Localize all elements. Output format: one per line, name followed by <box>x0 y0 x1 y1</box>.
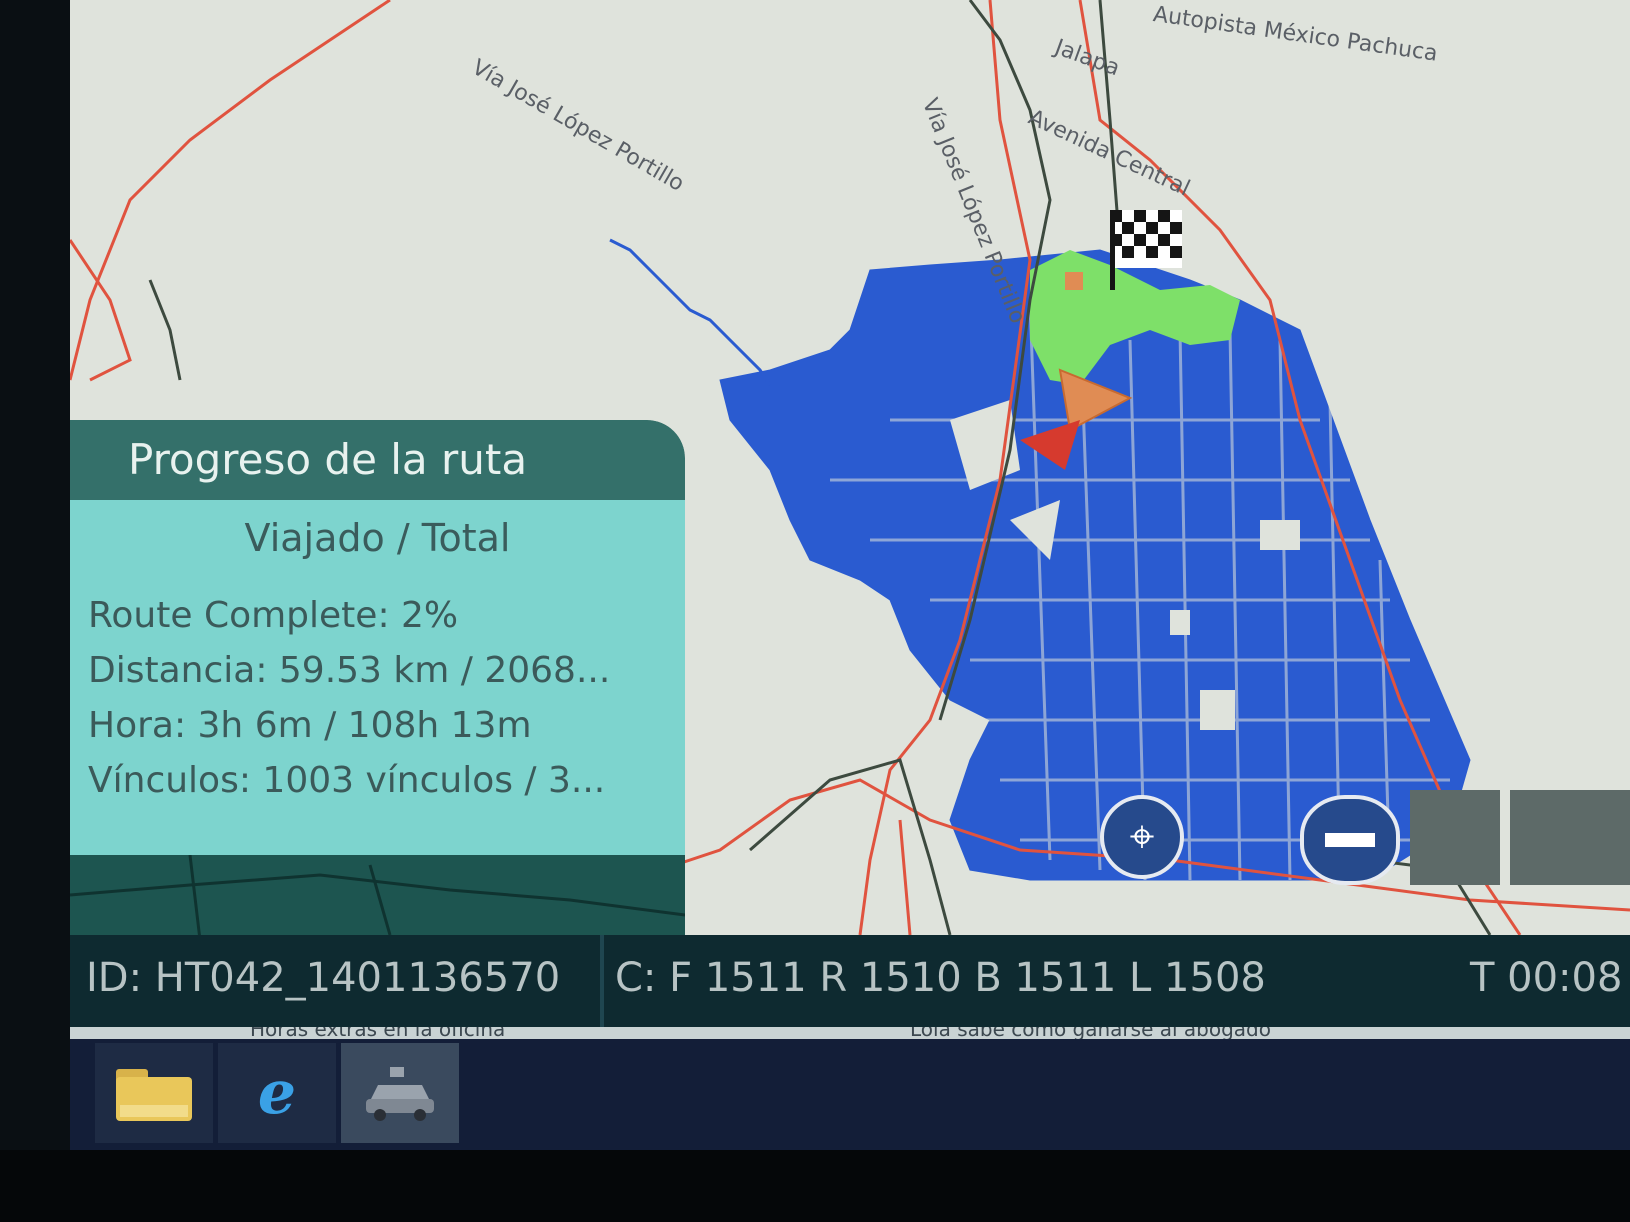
elapsed-time: T 00:08 <box>1470 955 1623 1001</box>
panel-subtitle: Viajado / Total <box>244 516 511 560</box>
highway-line <box>898 819 912 935</box>
camera-counts: C: F 1511 R 1510 B 1511 L 1508 <box>615 955 1266 1001</box>
location-pin-icon: ⌖ <box>1129 811 1155 862</box>
highway-line <box>70 239 132 382</box>
panel-footer <box>70 854 685 940</box>
map-block <box>1200 690 1235 730</box>
route-progress-panel: Progreso de la ruta Viajado / Total Rout… <box>70 420 685 940</box>
rail-line <box>148 279 182 381</box>
screen-bezel-left <box>0 0 70 1222</box>
rail-line <box>749 758 952 935</box>
map-block <box>1170 610 1190 635</box>
river-line <box>609 238 772 386</box>
car-icon <box>366 1067 434 1121</box>
screen-bezel-bottom <box>0 1150 1630 1222</box>
poi-marker <box>1065 272 1083 290</box>
taskbar-file-explorer[interactable] <box>95 1043 213 1143</box>
time-stat: Hora: 3h 6m / 108h 13m <box>88 705 532 746</box>
panel-title: Progreso de la ruta <box>70 420 685 500</box>
ticker-text-right: Lola sabe cómo ganarse al abogado <box>910 1027 1271 1039</box>
map-toolbar-slot[interactable] <box>1410 790 1500 885</box>
minus-icon <box>1325 833 1375 847</box>
taskbar-mapping-app[interactable] <box>341 1043 459 1143</box>
zoom-out-button[interactable] <box>1300 795 1400 885</box>
ticker-text-left: Horas extras en la oficina <box>250 1027 506 1039</box>
route-complete-stat: Route Complete: 2% <box>88 595 459 636</box>
news-ticker: Horas extras en la oficina Lola sabe cóm… <box>70 1027 1630 1039</box>
status-separator <box>600 935 604 1027</box>
device-id: ID: HT042_1401136570 <box>86 955 561 1001</box>
distance-stat: Distancia: 59.53 km / 2068... <box>88 650 611 691</box>
taskbar: e <box>70 1039 1630 1150</box>
links-stat: Vínculos: 1003 vínculos / 3... <box>88 760 606 801</box>
taskbar-internet-explorer[interactable]: e <box>218 1043 336 1143</box>
internet-explorer-icon: e <box>257 1058 297 1128</box>
map-block <box>1260 520 1300 550</box>
status-bar: ID: HT042_1401136570 C: F 1511 R 1510 B … <box>70 935 1630 1027</box>
locate-button[interactable]: ⌖ <box>1100 795 1184 879</box>
panel-body: Viajado / Total Route Complete: 2% Dista… <box>70 500 685 855</box>
map-toolbar-slot[interactable] <box>1510 790 1630 885</box>
folder-icon <box>116 1069 192 1121</box>
